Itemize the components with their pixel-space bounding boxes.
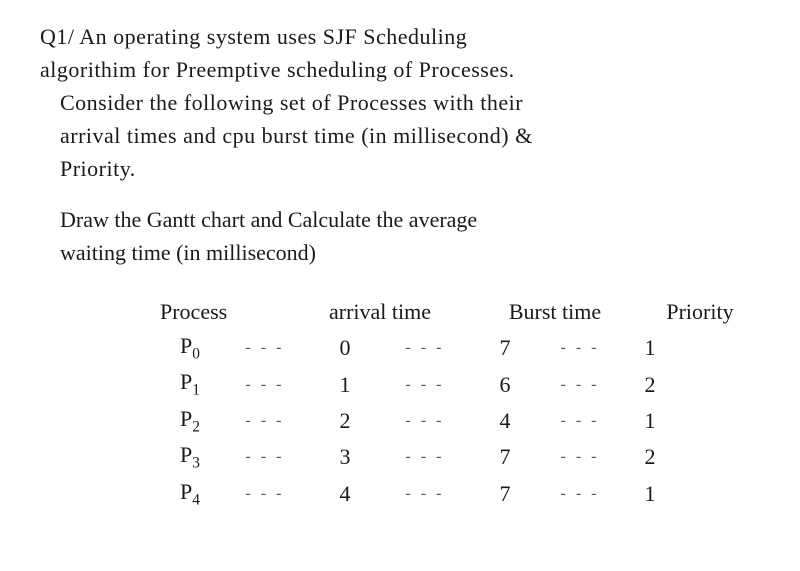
dash-separator: - - -	[540, 339, 620, 357]
table-row: P0 - - - 0 - - - 7 - - - 1	[160, 333, 760, 363]
question-text: Q1/ An operating system uses SJF Schedul…	[40, 20, 760, 185]
dash-separator: - - -	[220, 448, 310, 466]
table-row: P3 - - - 3 - - - 7 - - - 2	[160, 442, 760, 472]
table-row: P2 - - - 2 - - - 4 - - - 1	[160, 406, 760, 436]
question-line4: arrival times and cpu burst time (in mil…	[40, 119, 760, 152]
dash-separator: - - -	[380, 412, 470, 430]
header-arrival: arrival time	[290, 299, 470, 325]
priority-value: 2	[620, 444, 680, 470]
process-name: P4	[160, 479, 220, 509]
process-name: P1	[160, 369, 220, 399]
burst-value: 4	[470, 408, 540, 434]
process-name: P0	[160, 333, 220, 363]
dash-separator: - - -	[220, 339, 310, 357]
question-line3: Consider the following set of Processes …	[40, 86, 760, 119]
dash-separator: - - -	[380, 376, 470, 394]
dash-separator: - - -	[540, 412, 620, 430]
dash-separator: - - -	[380, 485, 470, 503]
arrival-value: 3	[310, 444, 380, 470]
table-header-row: Process arrival time Burst time Priority	[160, 299, 760, 325]
process-table: Process arrival time Burst time Priority…	[40, 299, 760, 509]
burst-value: 6	[470, 372, 540, 398]
header-priority: Priority	[640, 299, 760, 325]
process-name: P2	[160, 406, 220, 436]
table-row: P4 - - - 4 - - - 7 - - - 1	[160, 479, 760, 509]
question-line1: An operating system uses SJF Scheduling	[79, 24, 467, 49]
task-line1: Draw the Gantt chart and Calculate the a…	[60, 203, 760, 236]
priority-value: 2	[620, 372, 680, 398]
table-row: P1 - - - 1 - - - 6 - - - 2	[160, 369, 760, 399]
dash-separator: - - -	[540, 376, 620, 394]
arrival-value: 1	[310, 372, 380, 398]
burst-value: 7	[470, 444, 540, 470]
question-label: Q1/	[40, 24, 75, 49]
burst-value: 7	[470, 335, 540, 361]
task-text: Draw the Gantt chart and Calculate the a…	[40, 203, 760, 269]
dash-separator: - - -	[220, 412, 310, 430]
process-name: P3	[160, 442, 220, 472]
priority-value: 1	[620, 335, 680, 361]
task-line2: waiting time (in millisecond)	[60, 236, 760, 269]
dash-separator: - - -	[380, 448, 470, 466]
priority-value: 1	[620, 408, 680, 434]
question-line2: algorithim for Preemptive scheduling of …	[40, 53, 760, 86]
question-line5: Priority.	[40, 152, 760, 185]
burst-value: 7	[470, 481, 540, 507]
dash-separator: - - -	[540, 448, 620, 466]
arrival-value: 4	[310, 481, 380, 507]
arrival-value: 0	[310, 335, 380, 361]
priority-value: 1	[620, 481, 680, 507]
header-process: Process	[160, 299, 290, 325]
header-burst: Burst time	[470, 299, 640, 325]
arrival-value: 2	[310, 408, 380, 434]
dash-separator: - - -	[220, 376, 310, 394]
dash-separator: - - -	[540, 485, 620, 503]
dash-separator: - - -	[220, 485, 310, 503]
dash-separator: - - -	[380, 339, 470, 357]
